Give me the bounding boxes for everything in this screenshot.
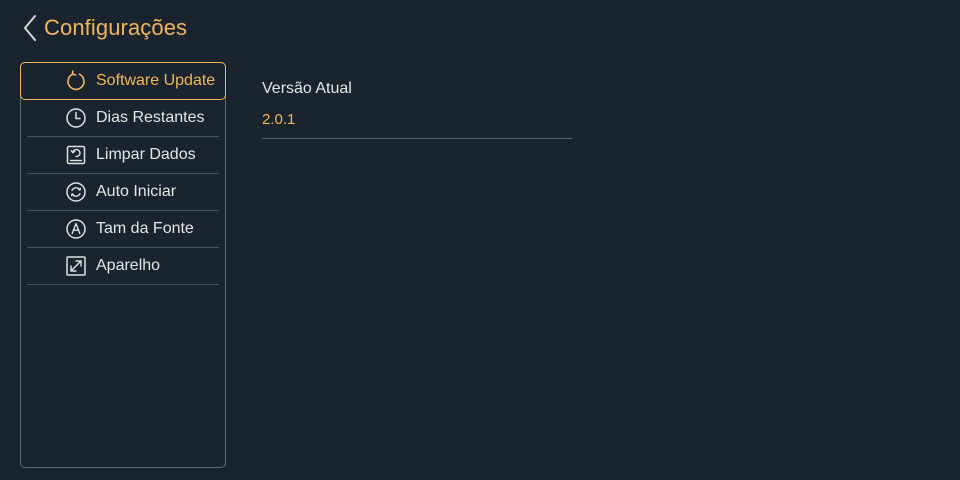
sidebar-item-label: Limpar Dados (96, 146, 196, 163)
settings-page: Configurações Software Update Dias Resta… (0, 0, 960, 480)
current-version-value: 2.0.1 (262, 111, 296, 128)
sidebar-item-label: Software Update (96, 72, 216, 89)
resize-icon (65, 255, 87, 277)
settings-sidebar: Software Update Dias Restantes Limpar Da… (20, 62, 226, 468)
clear-data-icon (65, 144, 87, 166)
sidebar-item-software-update[interactable]: Software Update (20, 62, 226, 100)
font-size-icon (65, 218, 87, 240)
page-title: Configurações (44, 15, 188, 40)
sidebar-item-label: Tam da Fonte (96, 220, 194, 237)
current-version-label: Versão Atual (262, 80, 352, 97)
sidebar-item-auto-iniciar[interactable]: Auto Iniciar (27, 174, 219, 211)
auto-start-icon (65, 181, 87, 203)
sidebar-item-limpar-dados[interactable]: Limpar Dados (27, 137, 219, 174)
refresh-icon (65, 70, 87, 92)
back-button[interactable] (22, 13, 42, 43)
sidebar-item-label: Dias Restantes (96, 109, 205, 126)
software-update-panel: Versão Atual 2.0.1 (262, 78, 572, 139)
sidebar-item-label: Aparelho (96, 257, 161, 274)
divider (262, 138, 572, 139)
sidebar-item-tam-da-fonte[interactable]: Tam da Fonte (27, 211, 219, 248)
sidebar-item-aparelho[interactable]: Aparelho (27, 248, 219, 285)
header: Configurações (22, 12, 187, 44)
chevron-left-icon (24, 15, 36, 41)
clock-icon (65, 107, 87, 129)
sidebar-item-dias-restantes[interactable]: Dias Restantes (27, 100, 219, 137)
sidebar-item-label: Auto Iniciar (96, 183, 177, 200)
